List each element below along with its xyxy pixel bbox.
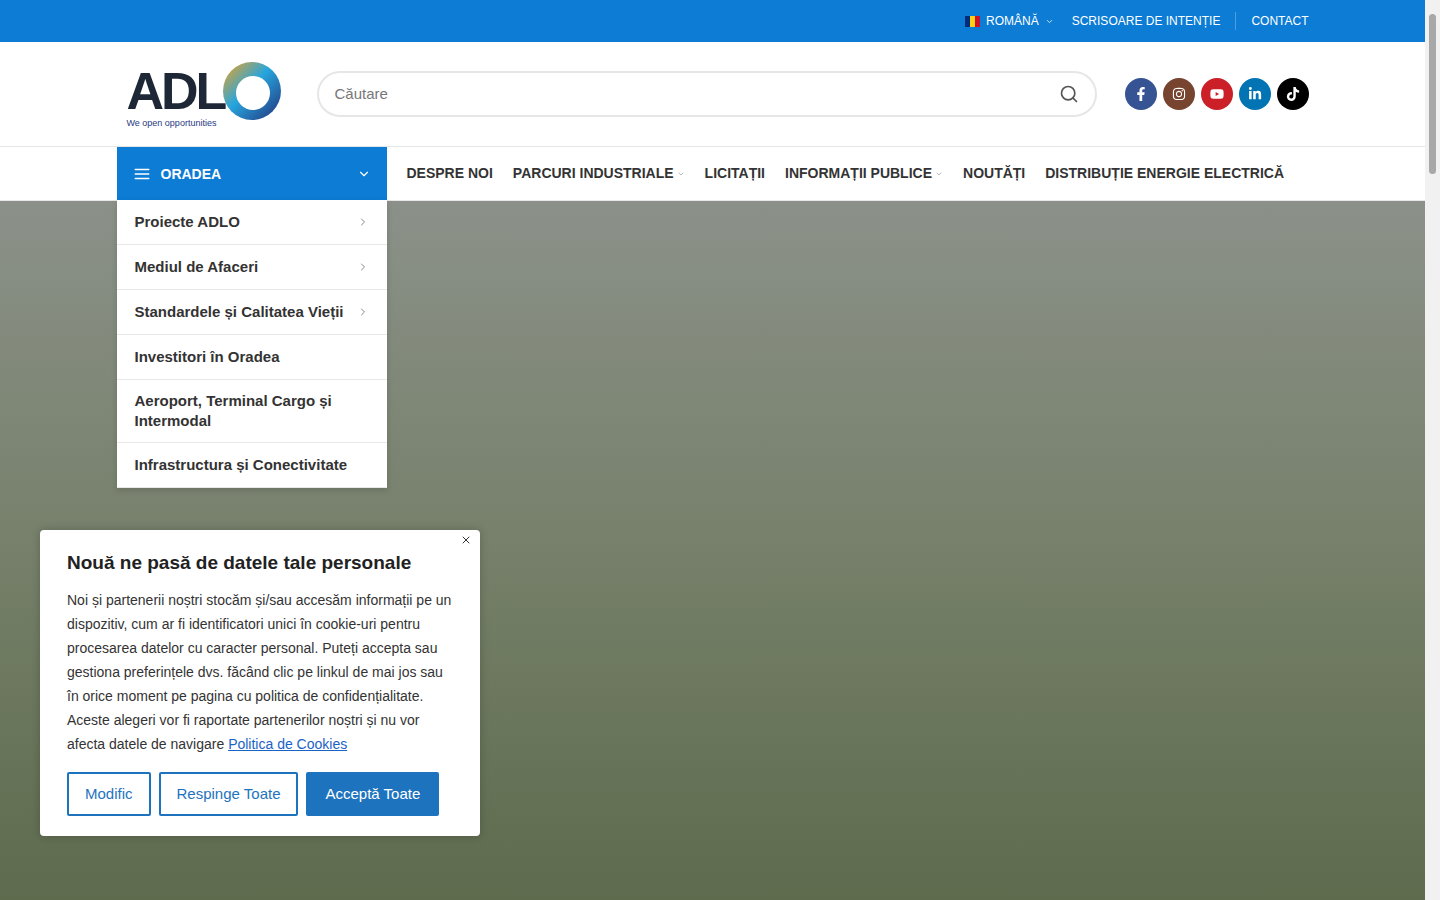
cookie-dialog: Nouă ne pasă de datele tale personaleNoi…: [40, 530, 480, 836]
search-box[interactable]: [317, 71, 1097, 117]
facebook-icon: [1134, 87, 1148, 101]
chevron-right-icon: [357, 306, 369, 318]
chevron-down-icon: [935, 170, 943, 178]
category-menu: Proiecte ADLOMediul de AfaceriStandardel…: [117, 200, 387, 488]
logo-ring-icon: [222, 61, 282, 121]
top-bar-link[interactable]: SCRISOARE DE INTENȚIE: [1072, 12, 1236, 30]
chevron-down-icon: [357, 167, 371, 181]
social-icons: [1125, 78, 1309, 110]
nav-item[interactable]: LICITAȚII: [705, 163, 765, 184]
scrollbar-thumb[interactable]: [1429, 14, 1436, 174]
cookie-button[interactable]: Respinge Toate: [159, 772, 299, 816]
top-bar-link[interactable]: CONTACT: [1235, 12, 1308, 30]
main-nav: DESPRE NOI PARCURI INDUSTRIALE LICITAȚII IN…: [387, 163, 1285, 184]
tiktok-button[interactable]: [1277, 78, 1309, 110]
chevron-right-icon: [357, 216, 369, 228]
nav-item[interactable]: INFORMAȚII PUBLICE: [785, 163, 943, 184]
youtube-icon: [1210, 87, 1224, 101]
instagram-icon: [1172, 87, 1186, 101]
top-bar: ROMÂNĂSCRISOARE DE INTENȚIECONTACT: [0, 0, 1425, 42]
cookie-button[interactable]: Modific: [67, 772, 151, 816]
category-menu-item[interactable]: Standardele și Calitatea Vieții: [117, 290, 387, 335]
chevron-right-icon: [357, 261, 369, 273]
nav-bar: ORADEAProiecte ADLOMediul de AfaceriStan…: [0, 147, 1425, 201]
nav-item[interactable]: PARCURI INDUSTRIALE: [513, 163, 685, 184]
instagram-button[interactable]: [1163, 78, 1195, 110]
category-menu-item[interactable]: Investitori în Oradea: [117, 335, 387, 380]
romania-flag-icon: [965, 16, 980, 27]
nav-item[interactable]: DISTRIBUȚIE ENERGIE ELECTRICĂ: [1045, 163, 1284, 184]
category-menu-item[interactable]: Infrastructura și Conectivitate: [117, 443, 387, 488]
logo[interactable]: ADLWe open opportunities: [117, 61, 289, 128]
language-selector[interactable]: ROMÂNĂ: [965, 12, 1072, 30]
category-menu-item[interactable]: Mediul de Afaceri: [117, 245, 387, 290]
linkedin-icon: [1248, 87, 1262, 101]
scrollbar[interactable]: [1425, 0, 1440, 900]
category-toggle[interactable]: ORADEA: [117, 147, 387, 201]
menu-icon: [133, 165, 151, 183]
page: ROMÂNĂSCRISOARE DE INTENȚIECONTACT ADLWe …: [0, 0, 1440, 900]
category-menu-item[interactable]: Aeroport, Terminal Cargo și Intermodal: [117, 380, 387, 443]
category-menu-item[interactable]: Proiecte ADLO: [117, 200, 387, 245]
cookie-policy-link[interactable]: Politica de Cookies: [228, 736, 347, 752]
nav-item[interactable]: DESPRE NOI: [407, 163, 493, 184]
header: ADLWe open opportunities: [0, 42, 1425, 147]
tiktok-icon: [1286, 87, 1300, 101]
cookie-button[interactable]: Acceptă Toate: [306, 772, 439, 816]
search-input[interactable]: [335, 83, 1059, 106]
youtube-button[interactable]: [1201, 78, 1233, 110]
linkedin-button[interactable]: [1239, 78, 1271, 110]
facebook-button[interactable]: [1125, 78, 1157, 110]
nav-item[interactable]: NOUTĂȚI: [963, 163, 1025, 184]
search-icon[interactable]: [1059, 84, 1079, 104]
chevron-down-icon: [677, 170, 685, 178]
close-icon[interactable]: [460, 534, 472, 546]
chevron-down-icon: [1045, 17, 1054, 26]
